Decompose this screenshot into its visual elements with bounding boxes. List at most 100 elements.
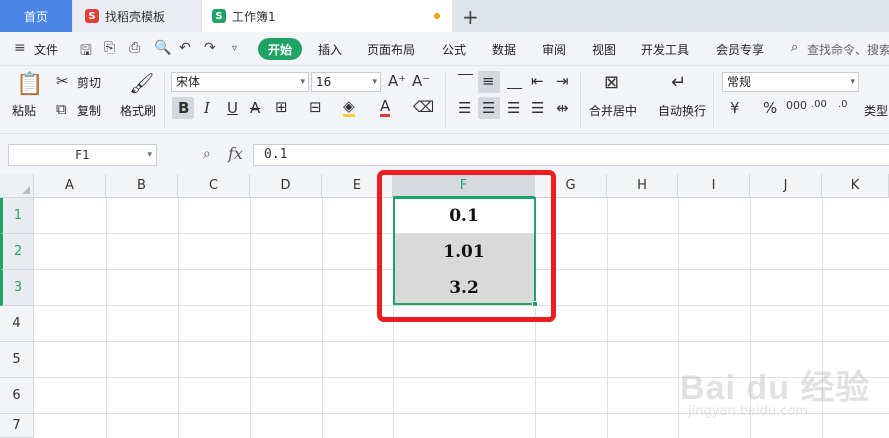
column-header-a[interactable]: A [34, 174, 106, 198]
column-header-i[interactable]: I [678, 174, 750, 198]
indent-decrease-icon[interactable]: ⇤ [531, 72, 544, 90]
docer-logo-icon: S [85, 9, 99, 23]
column-header-c[interactable]: C [178, 174, 250, 198]
align-top-icon[interactable]: ⎺ [458, 72, 473, 90]
formula-bar: F1 ▾ ⌕ fx 0.1 [0, 134, 889, 174]
column-header-k[interactable]: K [822, 174, 889, 198]
currency-icon[interactable]: ¥ [730, 99, 740, 117]
save-icon[interactable]: 🖫 [80, 40, 92, 64]
fill-color-icon[interactable]: ◈ [343, 98, 355, 117]
row-header-4[interactable]: 4 [0, 306, 34, 342]
font-size-select[interactable]: 16 ▾ [311, 72, 381, 92]
separator [713, 72, 714, 128]
unsaved-dot-icon [434, 13, 440, 19]
chevron-down-icon: ▾ [147, 150, 152, 160]
merge-center-button[interactable]: 合并居中 [589, 102, 637, 119]
type-convert-button[interactable]: 类型 [864, 102, 888, 119]
row-header-1[interactable]: 1 [0, 198, 34, 234]
tab-home[interactable]: 首页 [0, 0, 72, 32]
indent-increase-icon[interactable]: ⇥ [556, 72, 569, 90]
fill-pattern-icon[interactable]: ⊟ [309, 98, 322, 116]
menu-review[interactable]: 审阅 [542, 41, 566, 58]
column-header-h[interactable]: H [607, 174, 678, 198]
undo-icon[interactable]: ↶ [179, 40, 191, 56]
align-middle-icon[interactable]: ≡ [482, 72, 495, 90]
row-header-3[interactable]: 3 [0, 270, 34, 306]
print-icon[interactable]: ⎙ [129, 40, 140, 56]
font-color-icon[interactable]: A [380, 98, 391, 117]
select-all-corner[interactable] [0, 174, 34, 198]
paste-button[interactable]: 粘贴 [12, 102, 36, 119]
row-header-6[interactable]: 6 [0, 378, 34, 414]
menu-developer[interactable]: 开发工具 [641, 41, 689, 58]
zoom-icon[interactable]: ⌕ [203, 146, 211, 162]
gridline [678, 198, 679, 438]
format-painter-button[interactable]: 格式刷 [120, 102, 156, 119]
justify-icon[interactable]: ☰ [531, 99, 544, 117]
menu-start[interactable]: 开始 [258, 38, 302, 60]
watermark-url: jingyan.baidu.com [688, 404, 808, 419]
font-grow-icon[interactable]: A⁺ [388, 72, 406, 90]
watermark-brand: Bai du 经验 [680, 369, 871, 407]
separator [445, 72, 446, 128]
eraser-icon[interactable]: ⌫ [413, 98, 434, 116]
align-left-icon[interactable]: ☰ [458, 99, 471, 117]
wrap-text-icon: ↵ [671, 72, 687, 93]
percent-icon[interactable]: % [763, 99, 777, 117]
align-right-icon[interactable]: ☰ [507, 99, 520, 117]
tab-template[interactable]: S 找稻壳模板 [73, 0, 201, 32]
row-header-5[interactable]: 5 [0, 342, 34, 378]
chevron-down-icon: ▾ [372, 77, 377, 87]
menu-member[interactable]: 会员专享 [716, 41, 764, 58]
scissors-icon: ✂ [56, 72, 69, 90]
spreadsheet-logo-icon: S [212, 9, 226, 23]
row-header-7[interactable]: 7 [0, 414, 34, 438]
baidu-watermark: Bai du 经验 jingyan.baidu.com [680, 346, 880, 426]
align-center-icon[interactable]: ☰ [482, 99, 495, 117]
menu-page-layout[interactable]: 页面布局 [367, 41, 415, 58]
bold-icon[interactable]: B [178, 99, 189, 117]
menu-formula[interactable]: 公式 [442, 41, 466, 58]
cut-button[interactable]: 剪切 [77, 74, 101, 91]
tab-workbook[interactable]: S 工作簿1 [202, 0, 452, 32]
wrap-text-button[interactable]: 自动换行 [658, 102, 706, 119]
font-shrink-icon[interactable]: A⁻ [412, 72, 430, 90]
brush-icon: 🖌 [129, 71, 155, 95]
column-header-b[interactable]: B [106, 174, 178, 198]
menu-view[interactable]: 视图 [592, 41, 616, 58]
menu-data[interactable]: 数据 [492, 41, 516, 58]
number-format-select[interactable]: 常规 ▾ [722, 72, 859, 92]
fx-icon[interactable]: fx [228, 144, 243, 163]
hamburger-icon[interactable]: ≡ [14, 40, 26, 56]
redo-icon[interactable]: ↷ [204, 40, 216, 56]
name-box[interactable]: F1 ▾ [8, 144, 157, 166]
command-search[interactable]: 查找命令、搜索 [807, 41, 889, 58]
align-bottom-icon[interactable]: ⎽ [507, 72, 522, 90]
menu-file[interactable]: 文件 [34, 41, 58, 58]
thousands-icon[interactable]: 000 [786, 99, 807, 112]
export-icon[interactable]: ⎘ [104, 40, 115, 56]
italic-icon[interactable]: I [204, 99, 210, 117]
formula-input[interactable]: 0.1 [253, 144, 889, 166]
column-header-d[interactable]: D [250, 174, 322, 198]
gridline [250, 198, 251, 438]
border-icon[interactable]: ⊞ [275, 98, 288, 116]
row-header-2[interactable]: 2 [0, 234, 34, 270]
copy-button[interactable]: 复制 [77, 102, 101, 119]
chevron-down-icon: ▾ [300, 77, 305, 87]
customize-dropdown-icon[interactable]: ▿ [232, 43, 237, 54]
decrease-decimal-icon[interactable]: .0 [838, 99, 848, 110]
new-tab-icon[interactable]: + [462, 5, 479, 29]
font-name-select[interactable]: 宋体 ▾ [171, 72, 309, 92]
print-preview-icon[interactable]: 🔍 [154, 40, 171, 56]
ribbon-home: 📋 粘贴 ✂ 剪切 ⧉ 复制 🖌 格式刷 宋体 ▾ 16 ▾ A⁺ A⁻ B I U… [0, 66, 889, 134]
gridline [34, 341, 889, 342]
strikethrough-icon[interactable]: A [250, 99, 260, 117]
paste-icon[interactable]: 📋 [16, 72, 43, 97]
distributed-align-icon[interactable]: ⇹ [556, 99, 569, 117]
column-header-j[interactable]: J [750, 174, 822, 198]
separator [164, 72, 165, 128]
increase-decimal-icon[interactable]: .00 [811, 99, 827, 110]
underline-icon[interactable]: U [227, 99, 238, 117]
menu-insert[interactable]: 插入 [318, 41, 342, 58]
